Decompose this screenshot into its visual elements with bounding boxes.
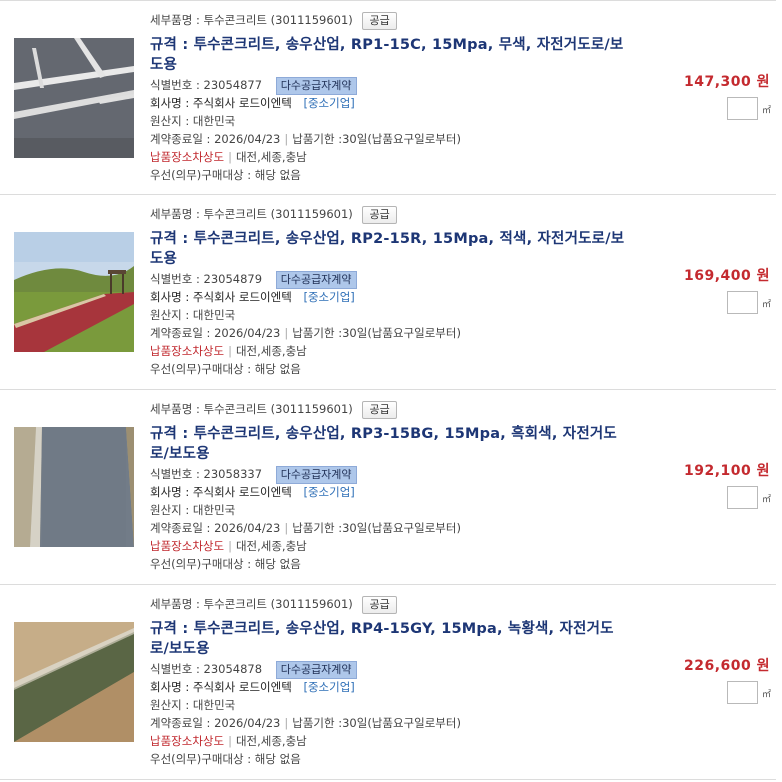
origin: 원산지 : 대한민국 — [150, 698, 236, 712]
price: 147,300 원 — [683, 74, 770, 90]
price: 169,400 원 — [683, 268, 770, 284]
contract-end-date: 계약종료일 : 2026/04/23 — [150, 326, 281, 340]
product-title-link[interactable]: 규격 : 투수콘크리트, 송우산업, RP3-15BG, 15Mpa, 흑회색,… — [150, 424, 630, 464]
identification-number: 식별번호 : 23054878 — [150, 662, 263, 676]
delivery-place-label: 납품장소차상도 — [150, 734, 225, 748]
gray-parking-lot-photo-icon — [14, 38, 134, 158]
contract-end-date: 계약종료일 : 2026/04/23 — [150, 716, 281, 730]
category-code: (3011159601) — [270, 597, 353, 611]
delivery-place: 대전,세종,충남 — [235, 344, 307, 358]
delivery-place-label: 납품장소차상도 — [150, 344, 225, 358]
supply-badge[interactable]: 공급 — [362, 400, 397, 419]
product-item: 세부품명 : 투수콘크리트 (3011159601) 공급 규격 : 투수콘크리… — [0, 0, 776, 195]
contract-end-date: 계약종료일 : 2026/04/23 — [150, 521, 281, 535]
category-label: 세부품명 : 투수콘크리트 — [150, 402, 267, 416]
priority-purchase: 우선(의무)구매대상 : 해당 없음 — [150, 362, 301, 376]
product-thumbnail[interactable] — [14, 427, 134, 547]
red-path-photo-icon — [14, 232, 134, 352]
multi-supplier-contract-badge: 다수공급자계약 — [275, 465, 357, 484]
product-title-link[interactable]: 규격 : 투수콘크리트, 송우산업, RP1-15C, 15Mpa, 무색, 자… — [150, 35, 630, 75]
category-label: 세부품명 : 투수콘크리트 — [150, 597, 267, 611]
category-label: 세부품명 : 투수콘크리트 — [150, 13, 267, 27]
quantity-input[interactable] — [727, 681, 758, 704]
multi-supplier-contract-badge: 다수공급자계약 — [275, 660, 357, 679]
price: 192,100 원 — [683, 463, 770, 479]
company-name: 회사명 : 주식회사 로드이엔텍 — [150, 485, 292, 499]
priority-purchase: 우선(의무)구매대상 : 해당 없음 — [150, 557, 301, 571]
sme-badge: [중소기업] — [303, 290, 355, 304]
supply-badge[interactable]: 공급 — [362, 205, 397, 224]
product-item: 세부품명 : 투수콘크리트 (3011159601) 공급 규격 : 투수콘크리… — [0, 195, 776, 390]
sme-badge: [중소기업] — [303, 96, 355, 110]
identification-number: 식별번호 : 23054879 — [150, 272, 263, 286]
delivery-place: 대전,세종,충남 — [235, 150, 307, 164]
identification-number: 식별번호 : 23058337 — [150, 467, 263, 481]
unit-label: ㎡ — [762, 300, 772, 310]
multi-supplier-contract-badge: 다수공급자계약 — [275, 270, 357, 289]
product-thumbnail[interactable] — [14, 622, 134, 742]
priority-purchase: 우선(의무)구매대상 : 해당 없음 — [150, 752, 301, 766]
product-title-link[interactable]: 규격 : 투수콘크리트, 송우산업, RP4-15GY, 15Mpa, 녹황색,… — [150, 619, 630, 659]
quantity-input[interactable] — [727, 486, 758, 509]
product-thumbnail[interactable] — [14, 38, 134, 158]
price: 226,600 원 — [683, 658, 770, 674]
delivery-period: 납품기한 :30일(납품요구일로부터) — [292, 716, 461, 730]
delivery-place-label: 납품장소차상도 — [150, 150, 225, 164]
origin: 원산지 : 대한민국 — [150, 503, 236, 517]
category-code: (3011159601) — [270, 207, 353, 221]
product-thumbnail[interactable] — [14, 232, 134, 352]
category-label: 세부품명 : 투수콘크리트 — [150, 207, 267, 221]
product-item: 세부품명 : 투수콘크리트 (3011159601) 공급 규격 : 투수콘크리… — [0, 585, 776, 780]
delivery-period: 납품기한 :30일(납품요구일로부터) — [292, 132, 461, 146]
unit-label: ㎡ — [762, 106, 772, 116]
category-code: (3011159601) — [270, 13, 353, 27]
delivery-place: 대전,세종,충남 — [235, 539, 307, 553]
unit-label: ㎡ — [762, 690, 772, 700]
product-item: 세부품명 : 투수콘크리트 (3011159601) 공급 규격 : 투수콘크리… — [0, 390, 776, 585]
dark-gray-path-photo-icon — [14, 427, 134, 547]
company-name: 회사명 : 주식회사 로드이엔텍 — [150, 680, 292, 694]
supply-badge[interactable]: 공급 — [362, 595, 397, 614]
quantity-input[interactable] — [727, 97, 758, 120]
origin: 원산지 : 대한민국 — [150, 308, 236, 322]
company-name: 회사명 : 주식회사 로드이엔텍 — [150, 290, 292, 304]
product-title-link[interactable]: 규격 : 투수콘크리트, 송우산업, RP2-15R, 15Mpa, 적색, 자… — [150, 229, 630, 269]
supply-badge[interactable]: 공급 — [362, 11, 397, 30]
product-list: 세부품명 : 투수콘크리트 (3011159601) 공급 규격 : 투수콘크리… — [0, 0, 782, 782]
category-code: (3011159601) — [270, 402, 353, 416]
sme-badge: [중소기업] — [303, 680, 355, 694]
contract-end-date: 계약종료일 : 2026/04/23 — [150, 132, 281, 146]
sme-badge: [중소기업] — [303, 485, 355, 499]
multi-supplier-contract-badge: 다수공급자계약 — [275, 76, 357, 95]
delivery-period: 납품기한 :30일(납품요구일로부터) — [292, 521, 461, 535]
delivery-place: 대전,세종,충남 — [235, 734, 307, 748]
delivery-place-label: 납품장소차상도 — [150, 539, 225, 553]
company-name: 회사명 : 주식회사 로드이엔텍 — [150, 96, 292, 110]
unit-label: ㎡ — [762, 495, 772, 505]
priority-purchase: 우선(의무)구매대상 : 해당 없음 — [150, 168, 301, 182]
origin: 원산지 : 대한민국 — [150, 114, 236, 128]
identification-number: 식별번호 : 23054877 — [150, 78, 263, 92]
green-path-photo-icon — [14, 622, 134, 742]
delivery-period: 납품기한 :30일(납품요구일로부터) — [292, 326, 461, 340]
quantity-input[interactable] — [727, 291, 758, 314]
